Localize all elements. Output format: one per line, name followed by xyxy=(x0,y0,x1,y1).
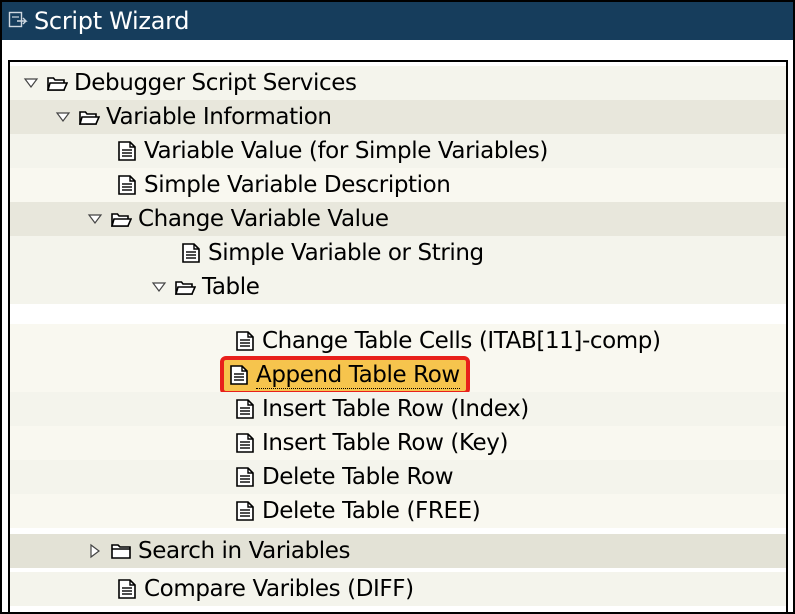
document-icon xyxy=(236,467,254,487)
document-icon xyxy=(118,141,136,161)
tree-leaf-simple-variable-or-string[interactable]: Simple Variable or String xyxy=(10,236,786,270)
tree-leaf-label: Delete Table Row xyxy=(262,464,454,490)
tree-node-label: Change Variable Value xyxy=(138,206,389,232)
script-wizard-window: Script Wizard Debugger Script Services V… xyxy=(0,0,795,614)
wizard-icon xyxy=(8,11,28,28)
tree-leaf-label: Simple Variable or String xyxy=(208,240,484,266)
tree-node-label: Table xyxy=(202,274,260,300)
tree-leaf-append-table-row[interactable]: Append Table Row xyxy=(10,355,786,395)
tree-leaf-delete-table-row[interactable]: Delete Table Row xyxy=(10,460,786,494)
window-title: Script Wizard xyxy=(34,7,190,35)
tree-leaf-simple-variable-description[interactable]: Simple Variable Description xyxy=(10,168,786,202)
tree-node-debugger-script-services[interactable]: Debugger Script Services xyxy=(10,66,786,100)
open-folder-icon xyxy=(110,213,132,227)
tree-leaf-insert-table-row-key[interactable]: Insert Table Row (Key) xyxy=(10,426,786,460)
document-icon xyxy=(118,579,136,599)
tree-node-variable-information[interactable]: Variable Information xyxy=(10,100,786,134)
tree-node-label: Search in Variables xyxy=(138,538,351,564)
tree-leaf-delete-table-free[interactable]: Delete Table (FREE) xyxy=(10,494,786,528)
document-icon xyxy=(236,433,254,453)
tree-leaf-label: Compare Varibles (DIFF) xyxy=(144,576,414,602)
tree-leaf-label: Change Table Cells (ITAB[11]-comp) xyxy=(262,328,661,354)
closed-folder-icon xyxy=(111,544,131,559)
document-icon xyxy=(230,365,248,385)
collapsed-triangle-icon[interactable] xyxy=(86,542,104,560)
tree-node-label: Debugger Script Services xyxy=(74,70,357,96)
tree-leaf-label: Simple Variable Description xyxy=(144,172,451,198)
tree-node-label: Variable Information xyxy=(106,104,332,130)
open-folder-icon xyxy=(78,111,100,125)
tree-node-table[interactable]: Table xyxy=(10,270,786,304)
tree-leaf-compare-variables[interactable]: Compare Varibles (DIFF) xyxy=(10,572,786,606)
selected-item-highlight[interactable]: Append Table Row xyxy=(220,355,470,395)
tree-leaf-label: Variable Value (for Simple Variables) xyxy=(144,138,548,164)
tree-leaf-change-table-cells[interactable]: Change Table Cells (ITAB[11]-comp) xyxy=(10,324,786,358)
document-icon xyxy=(236,501,254,521)
document-icon xyxy=(236,399,254,419)
tree-leaf-label: Append Table Row xyxy=(256,361,460,389)
tree-leaf-variable-value[interactable]: Variable Value (for Simple Variables) xyxy=(10,134,786,168)
document-icon xyxy=(118,175,136,195)
tree-leaf-insert-table-row-index[interactable]: Insert Table Row (Index) xyxy=(10,392,786,426)
expanded-triangle-icon[interactable] xyxy=(22,74,40,92)
expanded-triangle-icon[interactable] xyxy=(54,108,72,126)
open-folder-icon xyxy=(174,281,196,295)
expanded-triangle-icon[interactable] xyxy=(150,278,168,296)
script-services-tree: Debugger Script Services Variable Inform… xyxy=(8,60,788,612)
tree-leaf-label: Insert Table Row (Key) xyxy=(262,430,509,456)
tree-leaf-label: Delete Table (FREE) xyxy=(262,498,481,524)
tree-leaf-label: Insert Table Row (Index) xyxy=(262,396,529,422)
open-folder-icon xyxy=(46,77,68,91)
tree-node-search-in-variables[interactable]: Search in Variables xyxy=(10,534,786,568)
document-icon xyxy=(236,331,254,351)
expanded-triangle-icon[interactable] xyxy=(86,210,104,228)
tree-node-change-variable-value[interactable]: Change Variable Value xyxy=(10,202,786,236)
document-icon xyxy=(182,243,200,263)
title-bar: Script Wizard xyxy=(2,2,793,40)
